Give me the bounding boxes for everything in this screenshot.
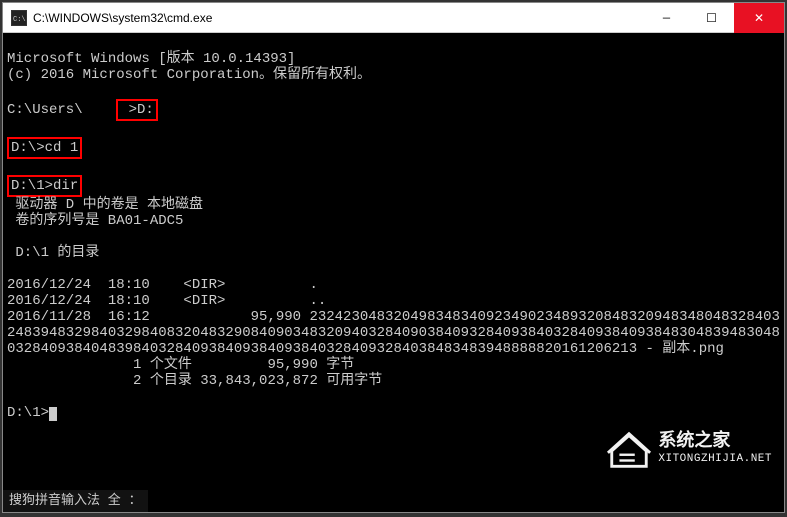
terminal-output[interactable]: Microsoft Windows [版本 10.0.14393](c) 201… bbox=[3, 33, 784, 512]
svg-text:C:\: C:\ bbox=[13, 16, 26, 24]
dir-row: 2016/12/24 18:10 <DIR> .. bbox=[7, 293, 780, 309]
volume-line: 卷的序列号是 BA01-ADC5 bbox=[7, 213, 780, 229]
close-button[interactable]: ✕ bbox=[734, 3, 784, 33]
window-controls: — ☐ ✕ bbox=[644, 3, 784, 33]
current-prompt: D:\1> bbox=[7, 405, 780, 421]
cursor bbox=[49, 407, 57, 421]
cmd-text: cd 1 bbox=[45, 140, 79, 156]
header-line: (c) 2016 Microsoft Corporation。保留所有权利。 bbox=[7, 67, 780, 83]
house-icon bbox=[606, 426, 652, 472]
prompt-line: D:\1>dir bbox=[7, 175, 780, 197]
cmd-text: dir bbox=[53, 178, 78, 194]
watermark: 系统之家 XITONGZHIJIA.NET bbox=[606, 426, 772, 472]
header-line: Microsoft Windows [版本 10.0.14393] bbox=[7, 51, 780, 67]
ime-status-bar: 搜狗拼音输入法 全 ： bbox=[3, 490, 148, 512]
watermark-text: 系统之家 XITONGZHIJIA.NET bbox=[658, 433, 772, 465]
summary-line: 2 个目录 33,843,023,872 可用字节 bbox=[7, 373, 780, 389]
minimize-button[interactable]: — bbox=[644, 3, 689, 33]
prompt-prefix: C:\Users\ bbox=[7, 102, 116, 118]
watermark-url: XITONGZHIJIA.NET bbox=[658, 453, 772, 465]
dir-row: 2016/12/24 18:10 <DIR> . bbox=[7, 277, 780, 293]
watermark-title: 系统之家 bbox=[658, 433, 772, 453]
prompt-line: D:\>cd 1 bbox=[7, 137, 780, 159]
prompt-text: D:\1> bbox=[7, 405, 49, 421]
prompt-prefix: D:\> bbox=[11, 140, 45, 156]
prompt-prefix: D:\1> bbox=[11, 178, 53, 194]
app-icon: C:\ bbox=[11, 10, 27, 26]
titlebar[interactable]: C:\ C:\WINDOWS\system32\cmd.exe — ☐ ✕ bbox=[3, 3, 784, 33]
prompt-line: C:\Users\ >D: bbox=[7, 99, 780, 121]
dir-of-line: D:\1 的目录 bbox=[7, 245, 780, 261]
maximize-button[interactable]: ☐ bbox=[689, 3, 734, 33]
dir-row: 2016/11/28 16:12 95,990 2324230483204983… bbox=[7, 309, 780, 357]
cmd-window: C:\ C:\WINDOWS\system32\cmd.exe — ☐ ✕ Mi… bbox=[2, 2, 785, 513]
ime-text: 搜狗拼音输入法 全 ： bbox=[9, 493, 142, 509]
window-title: C:\WINDOWS\system32\cmd.exe bbox=[33, 11, 212, 25]
volume-line: 驱动器 D 中的卷是 本地磁盘 bbox=[7, 197, 780, 213]
highlighted-command: D:\>cd 1 bbox=[7, 137, 82, 159]
highlighted-command: D:\1>dir bbox=[7, 175, 82, 197]
highlighted-command: >D: bbox=[116, 99, 158, 121]
summary-line: 1 个文件 95,990 字节 bbox=[7, 357, 780, 373]
